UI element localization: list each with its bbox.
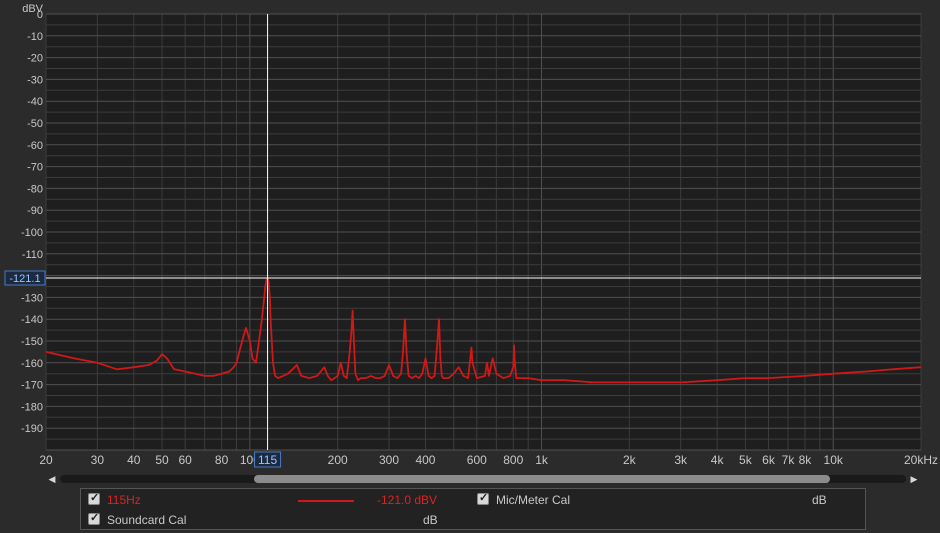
x-tick-label: 2k bbox=[623, 453, 637, 467]
soundcard-cal-label: Soundcard Cal bbox=[107, 513, 187, 527]
y-tick-label: -90 bbox=[27, 205, 43, 217]
x-tick-label: 800 bbox=[503, 453, 523, 467]
soundcard-cal-unit: dB bbox=[423, 513, 438, 527]
legend-row-soundcard: ✓ Soundcard Cal dB bbox=[81, 510, 865, 530]
x-tick-label: 10k bbox=[824, 453, 844, 467]
y-tick-label: -140 bbox=[21, 314, 43, 326]
cursor-x-readout: 115 bbox=[258, 453, 277, 467]
x-tick-label: 5k bbox=[739, 453, 753, 467]
y-tick-label: -150 bbox=[21, 336, 43, 348]
x-tick-label: 8k bbox=[799, 453, 813, 467]
y-tick-label: -70 bbox=[27, 162, 43, 174]
x-tick-label: 7k bbox=[782, 453, 796, 467]
frequency-scrollbar[interactable]: ◀ ▶ bbox=[46, 472, 920, 486]
x-tick-label: 3k bbox=[674, 453, 688, 467]
y-tick-label: -80 bbox=[27, 183, 43, 195]
y-tick-label: -60 bbox=[27, 140, 43, 152]
x-tick-label: 60 bbox=[178, 453, 192, 467]
scroll-thumb[interactable] bbox=[254, 475, 830, 483]
spectrum-plot[interactable]: 0-10-20-30-40-50-60-70-80-90-100-110-120… bbox=[0, 0, 940, 470]
trace-label: 115Hz bbox=[107, 493, 141, 507]
y-tick-label: -50 bbox=[27, 118, 43, 130]
trace-checkbox[interactable]: ✓ bbox=[88, 492, 100, 505]
y-tick-label: -190 bbox=[21, 423, 43, 435]
x-tick-label: 4k bbox=[711, 453, 725, 467]
x-tick-label: 1k bbox=[535, 453, 549, 467]
x-tick-label: 300 bbox=[379, 453, 399, 467]
y-tick-label: -30 bbox=[27, 74, 43, 86]
x-tick-label: 40 bbox=[127, 453, 141, 467]
trace-value: -121.0 dBV bbox=[377, 493, 438, 507]
x-tick-label: 200 bbox=[328, 453, 348, 467]
trace-color-swatch bbox=[298, 500, 354, 502]
x-tick-label: 600 bbox=[467, 453, 487, 467]
y-tick-label: -160 bbox=[21, 358, 43, 370]
y-tick-label: -170 bbox=[21, 380, 43, 392]
scroll-right-arrow-icon[interactable]: ▶ bbox=[908, 472, 920, 486]
mic-cal-checkbox[interactable]: ✓ bbox=[477, 492, 489, 505]
legend-row-trace: ✓ 115Hz -121.0 dBV ✓ Mic/Meter Cal dB bbox=[81, 490, 865, 510]
x-tick-label: 50 bbox=[155, 453, 169, 467]
x-tick-label: 20kHz bbox=[904, 453, 938, 467]
mic-cal-label: Mic/Meter Cal bbox=[496, 493, 571, 507]
x-tick-label: 30 bbox=[91, 453, 105, 467]
x-tick-label: 400 bbox=[415, 453, 435, 467]
x-tick-label: 6k bbox=[762, 453, 776, 467]
y-tick-label: -110 bbox=[22, 249, 43, 261]
spectrum-analyzer-window: 0-10-20-30-40-50-60-70-80-90-100-110-120… bbox=[0, 0, 940, 533]
check-icon: ✓ bbox=[479, 492, 489, 504]
check-icon: ✓ bbox=[90, 512, 100, 524]
mic-cal-unit: dB bbox=[812, 493, 827, 507]
y-tick-label: -180 bbox=[21, 401, 43, 413]
y-tick-label: -10 bbox=[27, 31, 43, 43]
y-tick-label: -100 bbox=[21, 227, 43, 239]
y-tick-label: -130 bbox=[21, 292, 43, 304]
scroll-left-arrow-icon[interactable]: ◀ bbox=[46, 472, 58, 486]
y-tick-label: -40 bbox=[27, 96, 43, 108]
y-axis-label: dBV bbox=[22, 3, 43, 15]
cursor-y-readout: -121.1 bbox=[9, 273, 40, 285]
x-tick-label: 20 bbox=[39, 453, 53, 467]
x-tick-label: 80 bbox=[215, 453, 229, 467]
legend-panel: ✓ 115Hz -121.0 dBV ✓ Mic/Meter Cal dB ✓ … bbox=[80, 488, 866, 530]
soundcard-cal-checkbox[interactable]: ✓ bbox=[88, 512, 100, 525]
y-tick-label: -20 bbox=[27, 53, 43, 65]
check-icon: ✓ bbox=[90, 492, 100, 504]
